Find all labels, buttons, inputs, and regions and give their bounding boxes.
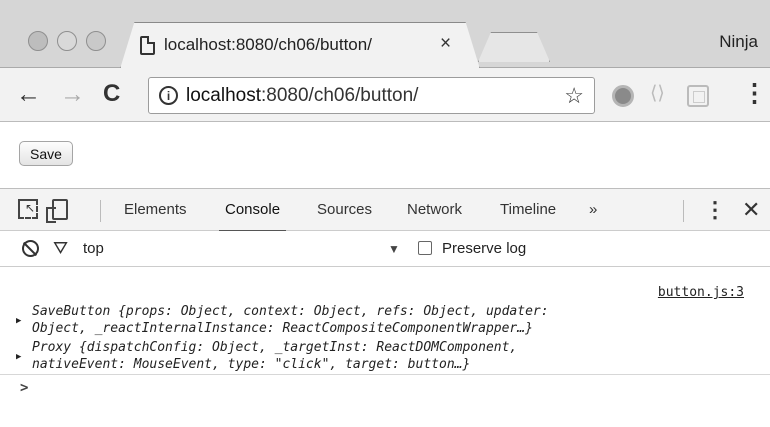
minimize-window-button[interactable] [57,31,77,51]
filter-icon[interactable]: ⛛ [53,238,68,259]
expand-triangle-icon[interactable]: ▶ [16,313,21,330]
tab-sources[interactable]: Sources [317,201,372,218]
tab-content[interactable]: localhost:8080/ch06/button/ [140,30,372,60]
info-icon[interactable]: i [159,86,178,105]
more-tabs-button[interactable]: » [589,201,597,218]
console-output: button.js:3 ▶ SaveButton {props: Object,… [0,268,770,427]
page-content: Save [0,123,770,188]
browser-title-bar: localhost:8080/ch06/button/ × Ninja [0,0,770,69]
close-window-button[interactable] [28,31,48,51]
devtools-panel: ↖ Elements Console Sources Network Timel… [0,188,770,427]
clear-console-icon[interactable] [22,240,39,257]
preserve-log-checkbox[interactable] [418,241,432,255]
device-toolbar-icon[interactable] [46,199,68,223]
reload-icon[interactable]: C [103,80,120,108]
divider [100,200,101,222]
tab-title: localhost:8080/ch06/button/ [164,35,372,54]
inspect-element-icon[interactable]: ↖ [18,199,38,219]
divider [683,200,684,222]
devtools-menu-icon[interactable]: ⋮ [704,197,726,223]
tab-console[interactable]: Console [218,201,287,232]
react-devtools-icon[interactable]: ⟨⟩ [650,82,672,104]
url-host: localhost [186,84,261,106]
back-arrow-icon[interactable]: ← [16,80,41,108]
profile-name[interactable]: Ninja [719,32,758,52]
expand-triangle-icon[interactable]: ▶ [16,349,21,366]
preserve-log-label[interactable]: Preserve log [442,240,526,257]
tab-network[interactable]: Network [407,201,462,218]
forward-arrow-icon[interactable]: → [60,80,85,108]
url-text[interactable]: localhost:8080/ch06/button/ [186,85,418,107]
tab-timeline[interactable]: Timeline [500,201,556,218]
context-select[interactable]: top [83,240,104,257]
log-line: Object, _reactInternalInstance: ReactCom… [32,321,533,336]
extension-grid-icon[interactable] [687,85,709,107]
console-input[interactable]: > [0,374,770,398]
log-line: nativeEvent: MouseEvent, type: "click", … [32,357,471,372]
page-icon [140,35,155,55]
extension-icon[interactable] [612,85,634,107]
log-line: SaveButton {props: Object, context: Obje… [32,304,549,319]
zoom-window-button[interactable] [86,31,106,51]
new-tab-button[interactable] [478,32,550,62]
log-line: Proxy {dispatchConfig: Object, _targetIn… [32,340,518,355]
browser-menu-icon[interactable]: ⋮ [742,80,767,106]
devtools-tab-bar: ↖ Elements Console Sources Network Timel… [0,189,770,232]
console-log-entry[interactable]: ▶ Proxy {dispatchConfig: Object, _target… [16,339,756,373]
source-link[interactable]: button.js:3 [658,285,744,300]
bookmark-star-icon[interactable]: ☆ [564,83,584,109]
console-prompt: > [20,380,29,396]
devtools-close-icon[interactable]: ✕ [742,197,760,223]
tab-close-icon[interactable]: × [440,31,451,57]
chevron-down-icon[interactable]: ▼ [388,242,400,256]
tab-elements[interactable]: Elements [124,201,187,218]
console-filter-bar: ⛛ top ▼ Preserve log [0,231,770,267]
address-bar[interactable]: i localhost:8080/ch06/button/ ☆ [148,77,595,114]
browser-toolbar: ← → C i localhost:8080/ch06/button/ ☆ ⟨⟩… [0,68,770,122]
url-path: :8080/ch06/button/ [261,84,419,106]
console-log-entry[interactable]: ▶ SaveButton {props: Object, context: Ob… [16,303,756,337]
save-button[interactable]: Save [19,141,73,166]
